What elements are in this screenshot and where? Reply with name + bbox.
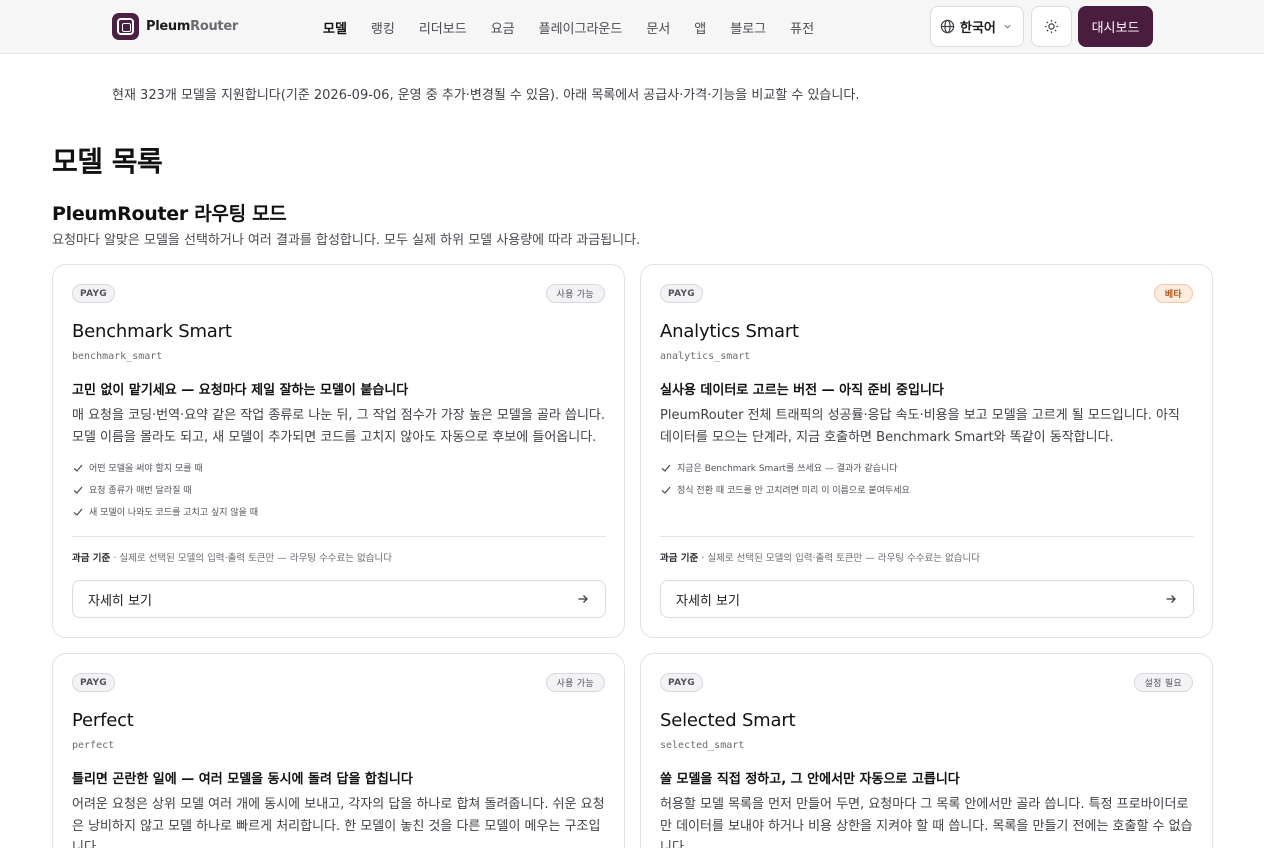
- top-navbar: PleumRouter 모델 랭킹 리더보드 요금 플레이그라운드 문서 앱 블…: [0, 0, 1264, 54]
- model-id: perfect: [72, 740, 115, 751]
- card-description: 매 요청을 코딩·번역·요약 같은 작업 종류로 나눈 뒤, 그 작업 점수가 …: [72, 408, 605, 445]
- brand-logo-link[interactable]: PleumRouter: [112, 13, 238, 40]
- model-id: analytics_smart: [660, 351, 751, 362]
- details-button[interactable]: 자세히 보기: [72, 580, 606, 618]
- feature-item: 지금은 Benchmark Smart를 쓰세요 — 결과가 같습니다: [660, 461, 898, 474]
- billing-text: · 실제로 선택된 모델의 입력·출력 토큰만 — 라우팅 수수료는 없습니다: [113, 553, 393, 564]
- payg-badge: PAYG: [72, 673, 115, 692]
- card-headline: 쓸 모델을 직접 정하고, 그 안에서만 자동으로 고릅니다: [660, 772, 960, 787]
- nav-models[interactable]: 모델: [323, 18, 347, 37]
- status-badge: 설정 필요: [1133, 673, 1193, 692]
- details-label: 자세히 보기: [676, 593, 740, 609]
- card-headline: 실사용 데이터로 고르는 버전 — 아직 준비 중입니다: [660, 383, 944, 398]
- card-headline: 틀리면 곤란한 일에 — 여러 모델을 동시에 돌려 답을 합칩니다: [72, 772, 413, 787]
- model-id: selected_smart: [660, 740, 745, 751]
- check-icon: [661, 464, 671, 472]
- model-id: benchmark_smart: [72, 351, 163, 362]
- nav-leaderboard[interactable]: 리더보드: [419, 18, 467, 37]
- intro-text: 현재 323개 모델을 지원합니다(기준 2026-09-06, 운영 중 추가…: [112, 88, 860, 103]
- feature-text: 요청 종류가 매번 달라질 때: [89, 486, 192, 496]
- feature-text: 새 모델이 나와도 코드를 고치고 싶지 않을 때: [89, 508, 259, 518]
- globe-icon: [940, 19, 955, 34]
- nav-rankings[interactable]: 랭킹: [371, 18, 395, 37]
- nav-blog[interactable]: 블로그: [730, 18, 766, 37]
- billing-info: 과금 기준 · 실제로 선택된 모델의 입력·출력 토큰만 — 라우팅 수수료는…: [660, 550, 980, 564]
- dashboard-button[interactable]: 대시보드: [1078, 6, 1153, 47]
- feature-text: 지금은 Benchmark Smart를 쓰세요 — 결과가 같습니다: [677, 464, 898, 474]
- language-label: 한국어: [960, 21, 996, 36]
- page-title: 모델 목록: [52, 145, 163, 178]
- nav-docs[interactable]: 문서: [646, 18, 670, 37]
- billing-info: 과금 기준 · 실제로 선택된 모델의 입력·출력 토큰만 — 라우팅 수수료는…: [72, 550, 392, 564]
- model-card-benchmark-smart: PAYG 사용 가능 Benchmark Smart benchmark_sma…: [52, 264, 625, 638]
- feature-item: 요청 종류가 매번 달라질 때: [72, 483, 192, 496]
- status-badge: 사용 가능: [545, 673, 605, 692]
- billing-text: · 실제로 선택된 모델의 입력·출력 토큰만 — 라우팅 수수료는 없습니다: [701, 553, 981, 564]
- brand-name: PleumRouter: [146, 19, 238, 34]
- language-select[interactable]: 한국어: [930, 6, 1024, 47]
- card-title: Perfect: [72, 710, 134, 731]
- feature-item: 정식 전환 때 코드를 안 고치려면 미리 이 이름으로 붙여두세요: [660, 483, 910, 496]
- arrow-right-icon: [1166, 595, 1176, 603]
- card-title: Analytics Smart: [660, 321, 799, 342]
- section-subtitle: 요청마다 알맞은 모델을 선택하거나 여러 결과를 합성합니다. 모두 실제 하…: [52, 233, 641, 248]
- logo-icon: [112, 13, 139, 40]
- payg-badge: PAYG: [660, 284, 703, 303]
- card-title: Selected Smart: [660, 710, 796, 731]
- brand-name-part1: Pleum: [146, 19, 191, 34]
- payg-badge: PAYG: [72, 284, 115, 303]
- billing-label: 과금 기준: [72, 553, 111, 564]
- card-divider: [72, 536, 606, 537]
- theme-toggle-button[interactable]: [1031, 6, 1072, 47]
- card-divider: [660, 536, 1194, 537]
- model-card-analytics-smart: PAYG 베타 Analytics Smart analytics_smart …: [640, 264, 1213, 638]
- nav-playground[interactable]: 플레이그라운드: [539, 18, 623, 37]
- feature-text: 어떤 모델을 써야 할지 모를 때: [89, 464, 203, 474]
- check-icon: [73, 508, 83, 516]
- nav-fusion[interactable]: 퓨전: [790, 18, 814, 37]
- payg-badge: PAYG: [660, 673, 703, 692]
- arrow-right-icon: [578, 595, 588, 603]
- brand-name-part2: Router: [190, 19, 238, 34]
- details-label: 자세히 보기: [88, 593, 152, 609]
- sun-icon: [1044, 19, 1059, 34]
- feature-item: 어떤 모델을 써야 할지 모를 때: [72, 461, 203, 474]
- status-badge: 사용 가능: [545, 284, 605, 303]
- main-nav: 모델 랭킹 리더보드 요금 플레이그라운드 문서 앱 블로그 퓨전: [323, 0, 838, 54]
- feature-text: 정식 전환 때 코드를 안 고치려면 미리 이 이름으로 붙여두세요: [677, 486, 910, 496]
- feature-item: 새 모델이 나와도 코드를 고치고 싶지 않을 때: [72, 505, 258, 518]
- nav-apps[interactable]: 앱: [694, 18, 706, 37]
- section-title: PleumRouter 라우팅 모드: [52, 203, 287, 225]
- check-icon: [73, 464, 83, 472]
- check-icon: [73, 486, 83, 494]
- card-description: 허용할 모델 목록을 먼저 만들어 두면, 요청마다 그 목록 안에서만 골라 …: [660, 797, 1193, 848]
- details-button[interactable]: 자세히 보기: [660, 580, 1194, 618]
- check-icon: [661, 486, 671, 494]
- beta-badge: 베타: [1153, 284, 1193, 303]
- nav-pricing[interactable]: 요금: [491, 18, 515, 37]
- card-description: PleumRouter 전체 트래픽의 성공률·응답 속도·비용을 보고 모델을…: [660, 408, 1180, 445]
- model-card-perfect: PAYG 사용 가능 Perfect perfect 틀리면 곤란한 일에 — …: [52, 653, 625, 848]
- card-description: 어려운 요청은 상위 모델 여러 개에 동시에 보내고, 각자의 답을 하나로 …: [72, 797, 605, 848]
- billing-label: 과금 기준: [660, 553, 699, 564]
- card-title: Benchmark Smart: [72, 321, 232, 342]
- model-card-selected-smart: PAYG 설정 필요 Selected Smart selected_smart…: [640, 653, 1213, 848]
- chevron-down-icon: [1004, 24, 1011, 29]
- card-headline: 고민 없이 맡기세요 — 요청마다 제일 잘하는 모델이 붙습니다: [72, 383, 409, 398]
